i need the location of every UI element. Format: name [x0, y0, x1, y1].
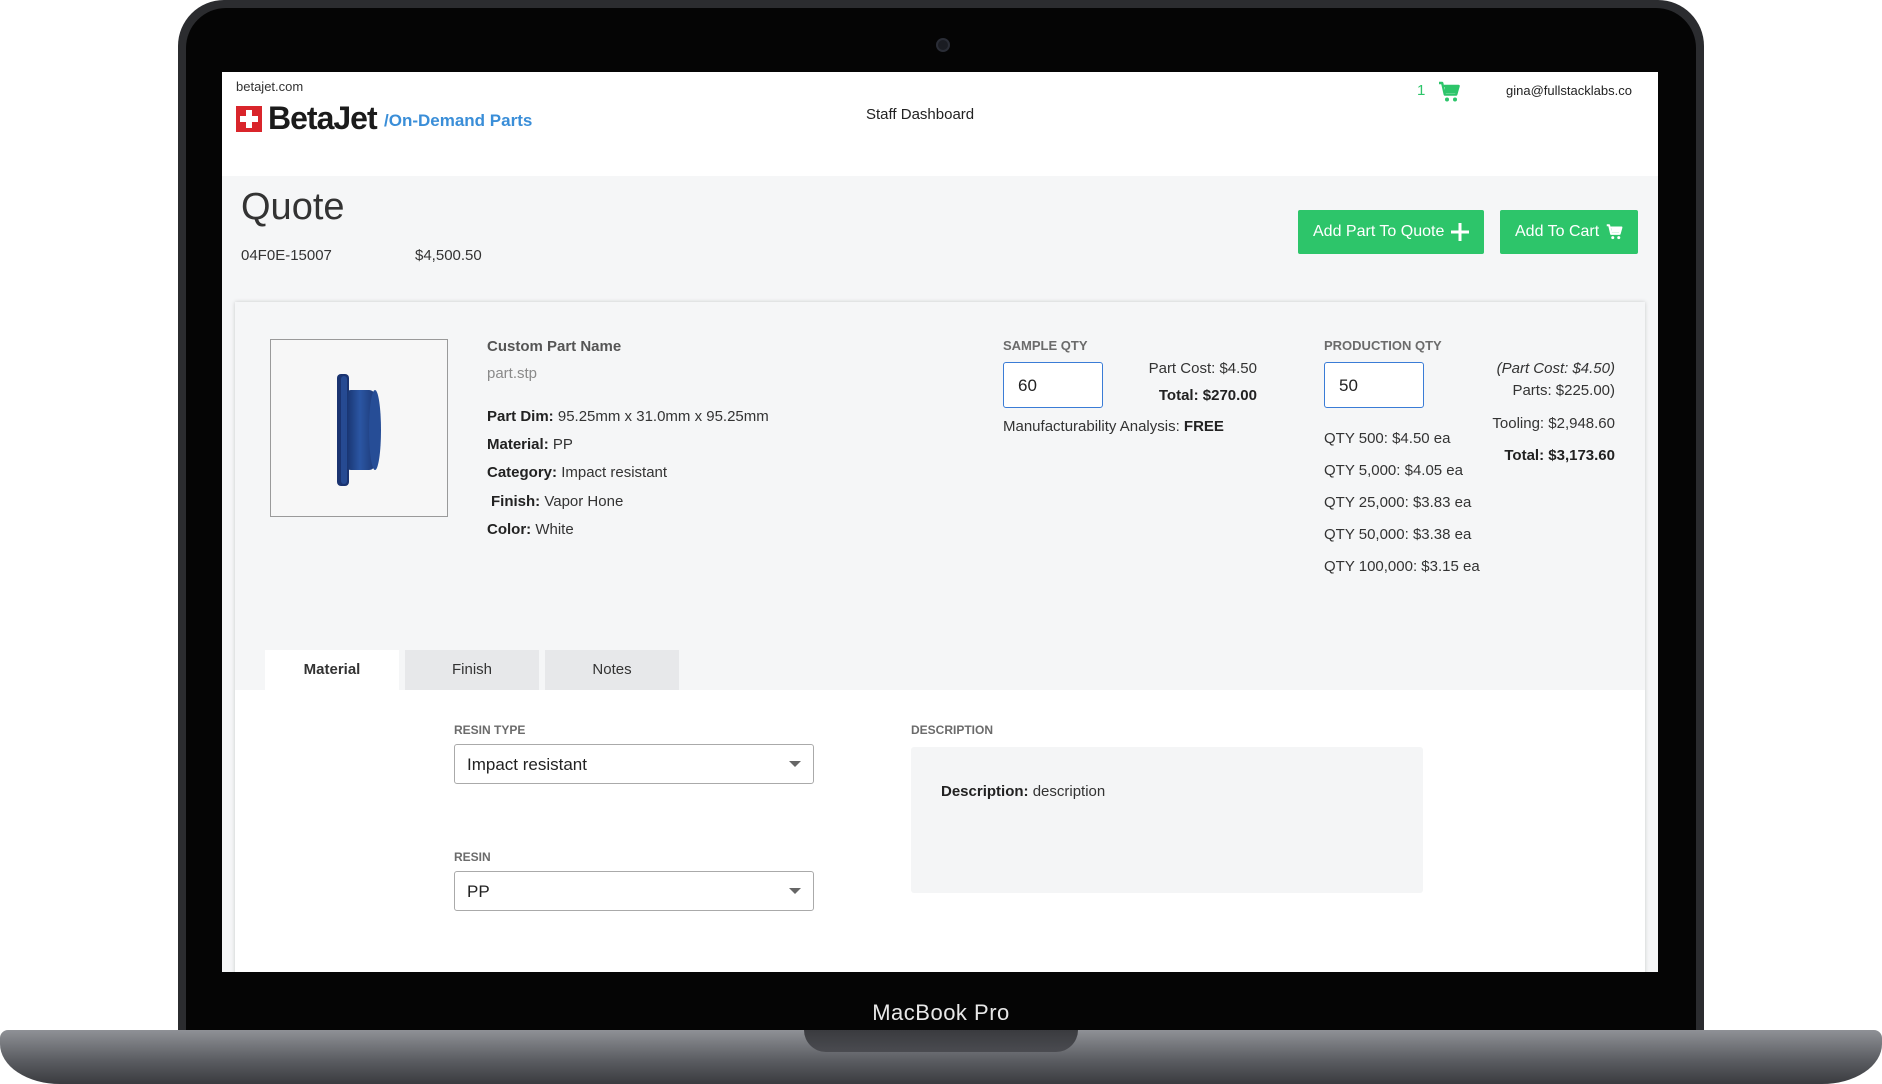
resin-label: RESIN: [454, 850, 491, 864]
part-file-name: part.stp: [487, 365, 538, 382]
production-total: Total: $3,173.60: [1435, 447, 1615, 464]
dropdown-caret-icon: [789, 761, 801, 767]
analysis-value: FREE: [1183, 418, 1224, 435]
laptop-notch: [804, 1030, 1078, 1052]
production-total-label: Total:: [1504, 447, 1545, 464]
description-text: Description: description: [941, 783, 1105, 800]
add-to-cart-button[interactable]: Add To Cart: [1500, 210, 1638, 254]
logo-subtitle: /On-Demand Parts: [384, 111, 533, 130]
manufacturability-analysis: Manufacturability Analysis: FREE: [1003, 418, 1224, 435]
sample-qty-input[interactable]: 60: [1003, 362, 1103, 408]
top-bar: betajet.com BetaJet /On-Demand Parts Sta…: [222, 72, 1658, 176]
page-title: Quote: [241, 186, 345, 228]
resin-type-select[interactable]: Impact resistant: [454, 744, 814, 784]
sample-total: Total: $270.00: [1097, 387, 1257, 404]
production-total-value: $3,173.60: [1548, 447, 1615, 464]
add-part-to-quote-button[interactable]: Add Part To Quote: [1298, 210, 1484, 254]
description-label: Description:: [941, 783, 1029, 800]
device-label: MacBook Pro: [872, 1000, 1010, 1025]
tab-finish[interactable]: Finish: [405, 650, 539, 690]
logo-cross-icon: [236, 106, 262, 132]
description-header: DESCRIPTION: [911, 723, 994, 737]
spec-label: Category:: [487, 464, 558, 481]
spec-value: White: [535, 521, 574, 538]
spec-value: Vapor Hone: [544, 493, 624, 510]
spec-label: Color:: [487, 521, 532, 538]
spec-color: Color: White: [487, 521, 574, 538]
staff-dashboard-link[interactable]: Staff Dashboard: [866, 106, 974, 123]
price-tier: QTY 500: $4.50 ea: [1324, 430, 1451, 447]
cart-icon[interactable]: [1438, 80, 1462, 104]
quote-total: $4,500.50: [415, 247, 482, 264]
sample-total-label: Total:: [1158, 387, 1199, 404]
production-tooling: Tooling: $2,948.60: [1492, 415, 1615, 432]
quote-id: 04F0E-15007: [241, 247, 332, 264]
resin-value: PP: [467, 882, 490, 901]
sample-total-value: $270.00: [1202, 387, 1257, 404]
price-tier: QTY 100,000: $3.15 ea: [1324, 558, 1480, 575]
analysis-label: Manufacturability Analysis:: [1003, 418, 1180, 435]
spec-material: Material: PP: [487, 436, 573, 453]
cart-count-badge: 1: [1417, 82, 1426, 99]
spec-part-dim: Part Dim: 95.25mm x 31.0mm x 95.25mm: [487, 408, 769, 425]
sample-qty-label: SAMPLE QTY: [1003, 338, 1088, 353]
sample-part-cost: Part Cost: $4.50: [1148, 360, 1257, 377]
description-value: description: [1032, 783, 1106, 800]
add-cart-label: Add To Cart: [1515, 223, 1600, 240]
dropdown-caret-icon: [789, 888, 801, 894]
spec-label: Part Dim:: [487, 408, 554, 425]
production-parts-cost: Parts: $225.00): [1512, 382, 1615, 399]
spec-category: Category: Impact resistant: [487, 464, 667, 481]
spec-value: 95.25mm x 31.0mm x 95.25mm: [557, 408, 769, 425]
production-qty-input[interactable]: 50: [1324, 362, 1424, 408]
add-part-label: Add Part To Quote: [1313, 223, 1445, 240]
price-tier: QTY 5,000: $4.05 ea: [1324, 462, 1463, 479]
price-tier: QTY 50,000: $3.38 ea: [1324, 526, 1472, 543]
tab-material[interactable]: Material: [265, 650, 399, 690]
part-thumbnail[interactable]: [270, 339, 448, 517]
production-part-cost: (Part Cost: $4.50): [1496, 360, 1615, 377]
part-3d-preview-icon: [337, 374, 381, 486]
app-screen: betajet.com BetaJet /On-Demand Parts Sta…: [222, 72, 1658, 972]
cart-icon: [1606, 224, 1623, 240]
part-card: Custom Part Name part.stp Part Dim: 95.2…: [235, 302, 1645, 972]
tab-notes[interactable]: Notes: [545, 650, 679, 690]
production-qty-label: PRODUCTION QTY: [1324, 338, 1442, 353]
description-box: Description: description: [911, 747, 1423, 893]
spec-label: Material:: [487, 436, 549, 453]
spec-finish: Finish: Vapor Hone: [491, 493, 623, 510]
resin-type-value: Impact resistant: [467, 755, 587, 774]
camera-icon: [936, 38, 950, 52]
part-name: Custom Part Name: [487, 338, 622, 355]
site-url-link[interactable]: betajet.com: [236, 79, 303, 94]
resin-select[interactable]: PP: [454, 871, 814, 911]
user-email[interactable]: gina@fullstacklabs.co: [1506, 83, 1632, 98]
spec-value: Impact resistant: [561, 464, 668, 481]
price-tier: QTY 25,000: $3.83 ea: [1324, 494, 1472, 511]
material-tab-panel: RESIN TYPE Impact resistant RESIN PP DES…: [235, 690, 1645, 972]
spec-label: Finish:: [491, 493, 541, 510]
resin-type-label: RESIN TYPE: [454, 723, 526, 737]
spec-value: PP: [552, 436, 573, 453]
logo[interactable]: BetaJet: [268, 100, 378, 137]
plus-icon: [1451, 223, 1469, 241]
